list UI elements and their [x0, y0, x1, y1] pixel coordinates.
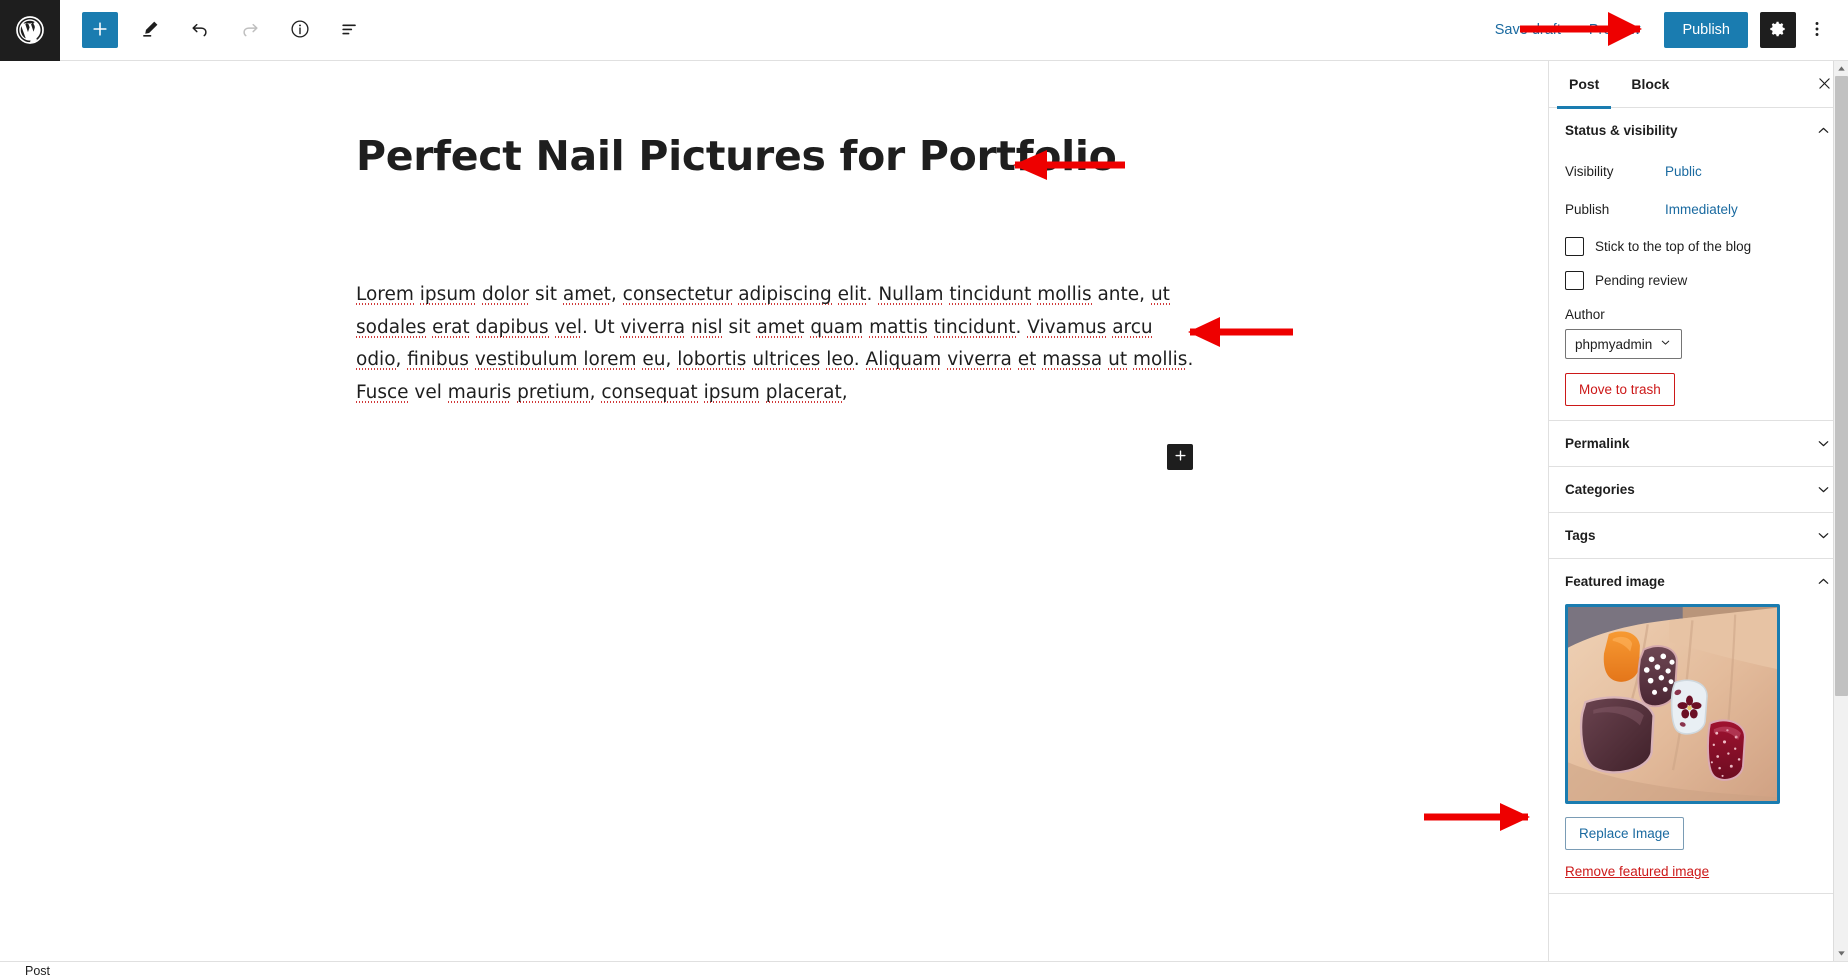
sticky-post-row[interactable]: Stick to the top of the blog: [1565, 229, 1832, 263]
plus-icon: [1173, 448, 1188, 466]
chevron-down-icon: [1815, 481, 1832, 498]
wordpress-logo-button[interactable]: [0, 0, 60, 61]
list-view-button[interactable]: [332, 12, 368, 48]
pending-review-row[interactable]: Pending review: [1565, 263, 1832, 297]
more-options-button[interactable]: [1800, 12, 1834, 48]
visibility-row: Visibility Public: [1565, 153, 1832, 189]
sticky-post-checkbox[interactable]: [1565, 236, 1584, 256]
panel-tags-header[interactable]: Tags: [1549, 513, 1848, 558]
author-select-value: phpmyadmin: [1575, 336, 1653, 352]
wordpress-logo-icon: [15, 15, 45, 45]
chevron-up-icon: [1815, 573, 1832, 590]
panel-status-visibility: Status & visibility Visibility Public Pu…: [1549, 108, 1848, 421]
panel-permalink-header[interactable]: Permalink: [1549, 421, 1848, 466]
pending-review-checkbox[interactable]: [1565, 270, 1584, 290]
redo-icon: [239, 18, 261, 43]
sidebar-scrollbar[interactable]: [1833, 61, 1848, 961]
author-select[interactable]: phpmyadmin: [1565, 329, 1683, 359]
panel-title: Tags: [1565, 528, 1596, 543]
tab-block[interactable]: Block: [1615, 61, 1685, 108]
panel-tags: Tags: [1549, 513, 1848, 559]
info-circle-icon: [289, 18, 311, 43]
panel-featured-image: Featured image Replace Image Remove feat…: [1549, 559, 1848, 894]
panel-featured-image-header[interactable]: Featured image: [1549, 559, 1848, 604]
post-title-input[interactable]: Perfect Nail Pictures for Portfolio: [356, 132, 1256, 180]
preview-button[interactable]: Preview: [1575, 14, 1655, 46]
save-draft-button[interactable]: Save draft: [1481, 14, 1575, 46]
panel-title: Permalink: [1565, 436, 1630, 451]
undo-icon: [189, 18, 211, 43]
chevron-up-icon: [1815, 122, 1832, 139]
visibility-value-button[interactable]: Public: [1665, 164, 1702, 179]
undo-button[interactable]: [182, 12, 218, 48]
nail-photo-illustration: [1568, 607, 1777, 801]
panel-featured-image-body: Replace Image Remove featured image: [1549, 604, 1848, 893]
publish-date-button[interactable]: Immediately: [1665, 202, 1738, 217]
featured-image-thumbnail[interactable]: [1565, 604, 1780, 804]
panel-permalink: Permalink: [1549, 421, 1848, 467]
chevron-down-icon: [1659, 336, 1672, 352]
visibility-label: Visibility: [1565, 163, 1614, 179]
sidebar-tab-list: Post Block: [1549, 61, 1848, 109]
remove-featured-image-link[interactable]: Remove featured image: [1565, 864, 1832, 879]
sticky-post-label: Stick to the top of the blog: [1595, 238, 1752, 254]
panel-categories-header[interactable]: Categories: [1549, 467, 1848, 512]
edit-tools-button[interactable]: [132, 12, 168, 48]
plus-icon: [90, 19, 110, 42]
three-dots-vertical-icon: [1808, 19, 1826, 42]
block-inserter-toggle-button[interactable]: [82, 12, 118, 48]
list-view-icon: [339, 18, 361, 43]
gear-icon: [1768, 19, 1788, 42]
panel-categories: Categories: [1549, 467, 1848, 513]
post-paragraph-block[interactable]: Lorem ipsum dolor sit amet, consectetur …: [356, 279, 1196, 409]
panel-title: Featured image: [1565, 574, 1665, 589]
scroll-down-arrow-icon[interactable]: [1834, 946, 1848, 961]
editor-canvas: Perfect Nail Pictures for Portfolio Lore…: [0, 61, 1548, 961]
panel-status-visibility-body: Visibility Public Publish Immediately St…: [1549, 153, 1848, 420]
post-details-button[interactable]: [282, 12, 318, 48]
author-label: Author: [1565, 307, 1605, 322]
scroll-up-arrow-icon[interactable]: [1834, 61, 1848, 76]
move-to-trash-button[interactable]: Move to trash: [1565, 373, 1675, 406]
panel-title: Status & visibility: [1565, 123, 1678, 138]
publish-label: Publish: [1565, 201, 1610, 217]
redo-button[interactable]: [232, 12, 268, 48]
breadcrumb-post[interactable]: Post: [25, 964, 50, 978]
editor-top-bar: Save draft Preview Publish: [0, 0, 1848, 61]
post-settings-sidebar: Post Block Status & visibility Visibilit…: [1548, 61, 1848, 961]
publish-button[interactable]: Publish: [1664, 12, 1748, 48]
top-bar-actions: Save draft Preview Publish: [1481, 12, 1848, 48]
pending-review-label: Pending review: [1595, 272, 1688, 288]
settings-toggle-button[interactable]: [1760, 12, 1796, 48]
pencil-icon: [140, 18, 161, 42]
inline-block-inserter-button[interactable]: [1167, 444, 1193, 470]
replace-image-button[interactable]: Replace Image: [1565, 817, 1684, 850]
tab-post[interactable]: Post: [1553, 61, 1615, 109]
editor-tools-group: [60, 12, 368, 48]
panel-status-visibility-header[interactable]: Status & visibility: [1549, 108, 1848, 153]
sidebar-scrollbar-thumb[interactable]: [1835, 76, 1848, 696]
publish-date-row: Publish Immediately: [1565, 191, 1832, 227]
editor-bottom-bar: Post: [0, 961, 1848, 980]
chevron-down-icon: [1815, 527, 1832, 544]
panel-title: Categories: [1565, 482, 1635, 497]
close-icon: [1816, 75, 1833, 95]
chevron-down-icon: [1815, 435, 1832, 452]
